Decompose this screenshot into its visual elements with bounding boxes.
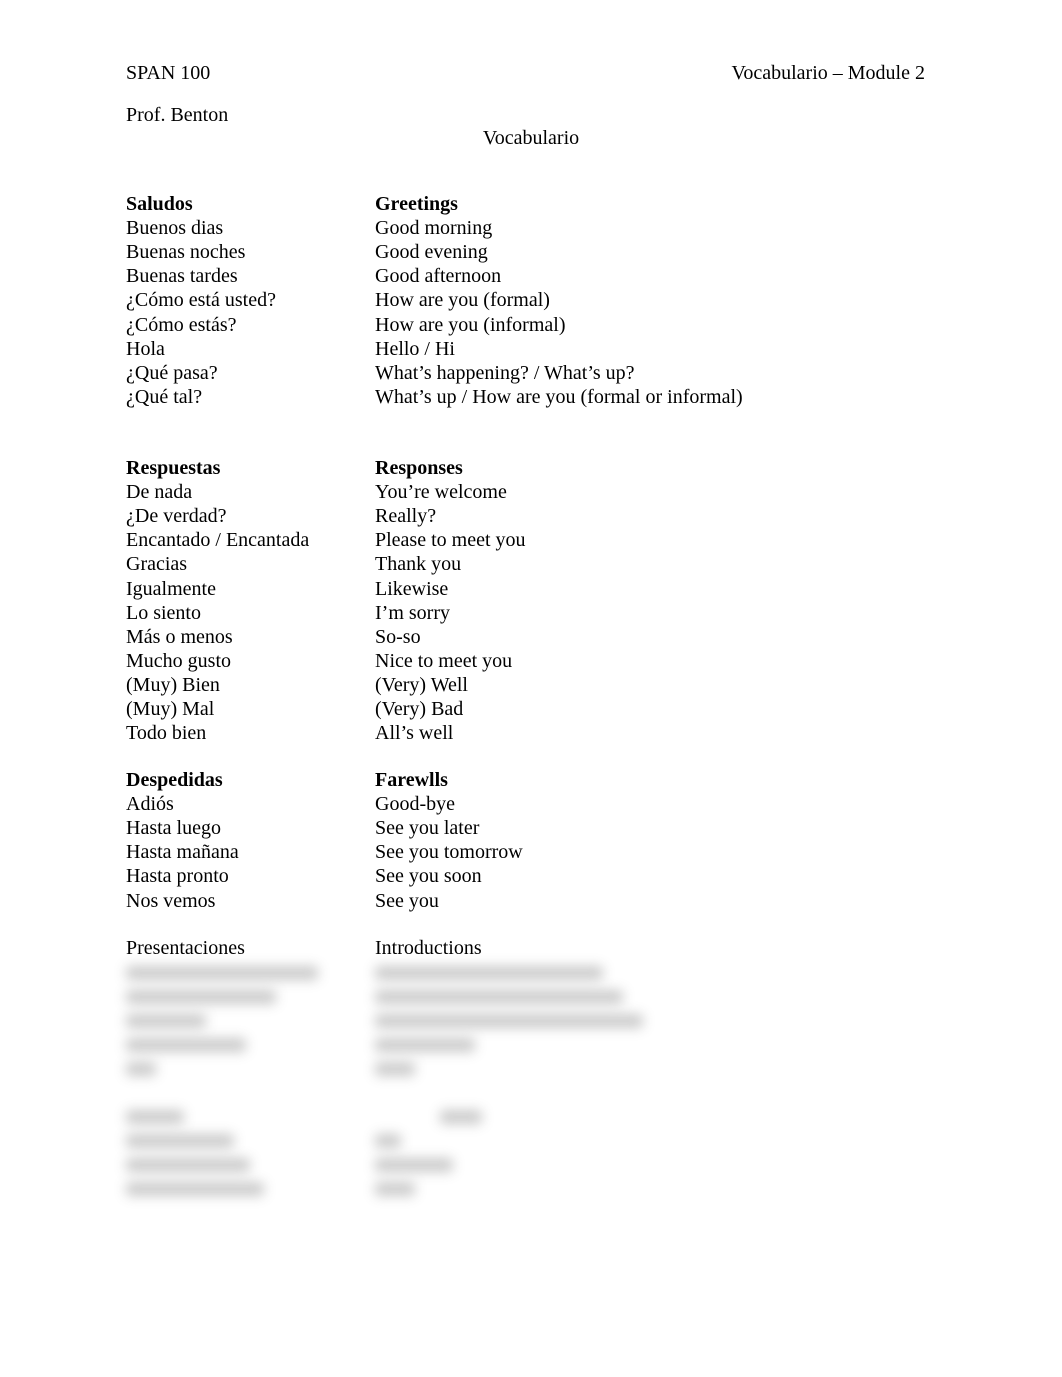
blurred-line xyxy=(126,1182,264,1196)
spanish-term: Hasta luego xyxy=(126,817,221,839)
course-code: SPAN 100 xyxy=(126,62,211,84)
spanish-term: Adiós xyxy=(126,793,174,815)
english-translation: See you later xyxy=(375,817,480,839)
english-translation: What’s up / How are you (formal or infor… xyxy=(375,386,743,408)
spanish-term: Buenas noches xyxy=(126,241,246,263)
blurred-line xyxy=(126,1158,250,1172)
section-heading-en: Greetings xyxy=(375,193,458,215)
english-translation: So-so xyxy=(375,626,421,648)
blurred-line xyxy=(375,1134,401,1148)
english-translation: Hello / Hi xyxy=(375,338,455,360)
spanish-term: Buenas tardes xyxy=(126,265,238,287)
blurred-line xyxy=(126,1134,234,1148)
section-heading-es: Respuestas xyxy=(126,457,221,479)
english-translation: Thank you xyxy=(375,553,462,575)
english-translation: What’s happening? / What’s up? xyxy=(375,362,635,384)
spanish-term: Gracias xyxy=(126,553,188,575)
section-heading-es: Saludos xyxy=(126,193,193,215)
english-translation: Good-bye xyxy=(375,793,455,815)
blurred-line xyxy=(375,1014,643,1028)
spanish-term: Todo bien xyxy=(126,722,207,744)
english-translation: See you xyxy=(375,890,439,912)
spanish-term: Buenos dias xyxy=(126,217,224,239)
section-heading-es: Despedidas xyxy=(126,769,223,791)
blurred-line xyxy=(375,966,603,980)
blurred-line xyxy=(440,1110,482,1124)
section-heading-es: Presentaciones xyxy=(126,937,245,959)
spanish-term: Hola xyxy=(126,338,165,360)
blurred-line xyxy=(375,990,623,1004)
blurred-line xyxy=(126,1038,246,1052)
blurred-line xyxy=(375,1062,415,1076)
english-translation: Nice to meet you xyxy=(375,650,513,672)
english-translation: How are you (informal) xyxy=(375,314,566,336)
spanish-term: Hasta mañana xyxy=(126,841,239,863)
english-translation: Likewise xyxy=(375,578,449,600)
english-translation: See you soon xyxy=(375,865,482,887)
spanish-term: Más o menos xyxy=(126,626,233,648)
spanish-term: ¿Qué tal? xyxy=(126,386,203,408)
spanish-term: Mucho gusto xyxy=(126,650,231,672)
spanish-term: ¿Cómo estás? xyxy=(126,314,237,336)
spanish-term: (Muy) Mal xyxy=(126,698,215,720)
spanish-term: Lo siento xyxy=(126,602,201,624)
english-translation: Good morning xyxy=(375,217,493,239)
english-translation: How are you (formal) xyxy=(375,289,550,311)
english-translation: I’m sorry xyxy=(375,602,450,624)
section-heading-en: Farewlls xyxy=(375,769,448,791)
blurred-line xyxy=(375,1158,453,1172)
spanish-term: ¿Cómo está usted? xyxy=(126,289,276,311)
spanish-term: De nada xyxy=(126,481,193,503)
spanish-term: ¿Qué pasa? xyxy=(126,362,218,384)
english-translation: All’s well xyxy=(375,722,454,744)
spanish-term: ¿De verdad? xyxy=(126,505,227,527)
english-translation: Please to meet you xyxy=(375,529,526,551)
spanish-term: Encantado / Encantada xyxy=(126,529,310,551)
professor-name: Prof. Benton xyxy=(126,104,229,126)
english-translation: Good evening xyxy=(375,241,488,263)
spanish-term: (Muy) Bien xyxy=(126,674,220,696)
english-translation: Really? xyxy=(375,505,437,527)
english-translation: (Very) Bad xyxy=(375,698,464,720)
page-title: Vocabulario xyxy=(482,127,580,149)
blurred-line xyxy=(126,1014,206,1028)
spanish-term: Igualmente xyxy=(126,578,216,600)
spanish-term: Hasta pronto xyxy=(126,865,229,887)
english-translation: See you tomorrow xyxy=(375,841,523,863)
spanish-term: Nos vemos xyxy=(126,890,216,912)
blurred-line xyxy=(126,990,276,1004)
blurred-line xyxy=(126,1062,156,1076)
blurred-line xyxy=(126,966,318,980)
english-translation: You’re welcome xyxy=(375,481,507,503)
module-title: Vocabulario – Module 2 xyxy=(731,62,926,84)
blurred-line xyxy=(375,1182,415,1196)
section-heading-en: Responses xyxy=(375,457,463,479)
section-heading-en: Introductions xyxy=(375,937,482,959)
blurred-line xyxy=(126,1110,184,1124)
english-translation: Good afternoon xyxy=(375,265,502,287)
blurred-line xyxy=(375,1038,475,1052)
english-translation: (Very) Well xyxy=(375,674,468,696)
